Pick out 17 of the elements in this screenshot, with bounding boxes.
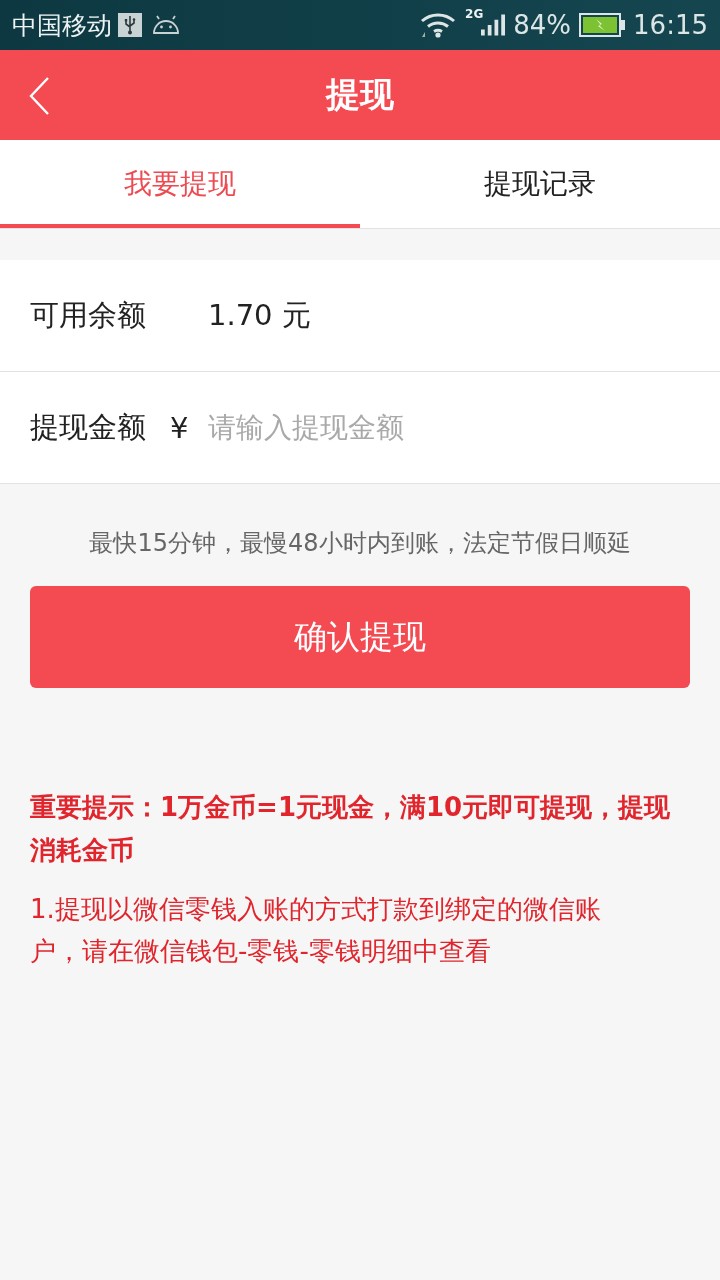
important-notice-text: 重要提示：1万金币=1元现金，满10元即可提现，提现消耗金币 <box>30 791 672 867</box>
clock-time: 16:15 <box>633 10 708 40</box>
balance-label: 可用余额 <box>30 296 147 334</box>
carrier-name: 中国移动 <box>12 9 112 42</box>
network-type-label: 2G <box>465 7 484 21</box>
back-chevron-icon <box>28 76 50 116</box>
confirm-withdraw-button[interactable]: 确认提现 <box>30 586 690 688</box>
android-icon <box>152 15 180 35</box>
notice-item-text: 1.提现以微信零钱入账的方式打款到绑定的微信账户，请在微信钱包-零钱-零钱明细中查看 <box>30 893 602 968</box>
arrival-time-note: 最快15分钟，最慢48小时内到账，法定节假日顺延 <box>88 528 632 559</box>
currency-symbol: ¥ <box>170 410 190 445</box>
battery-charging-icon <box>579 13 626 37</box>
balance-value: 1.70 元 <box>208 296 311 334</box>
battery-percent: 84% <box>513 10 572 40</box>
amount-label: 提现金额 <box>30 408 147 446</box>
usb-icon <box>118 13 142 37</box>
page-title: 提现 <box>326 73 394 116</box>
